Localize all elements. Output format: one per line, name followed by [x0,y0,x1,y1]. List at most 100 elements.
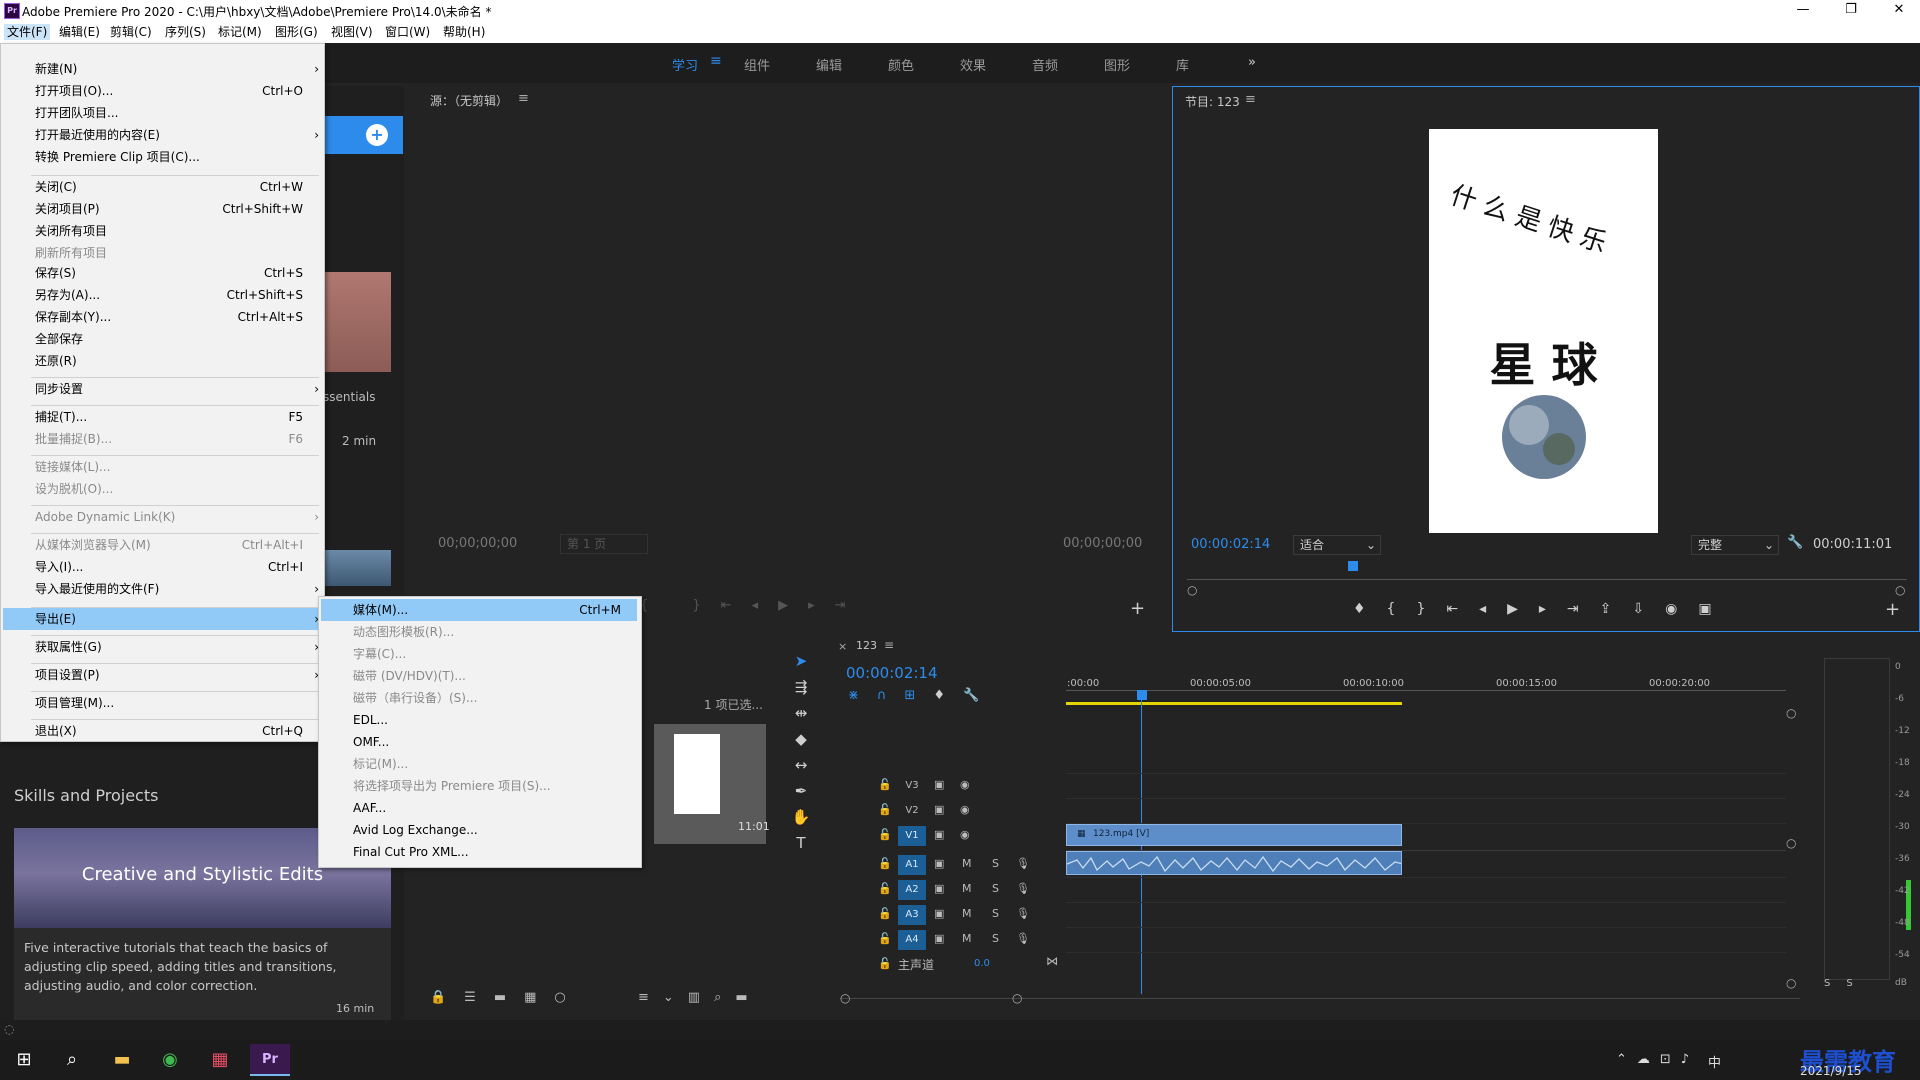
slip-tool-icon[interactable]: ↔ [790,756,812,776]
file-menu-item-open-project[interactable]: 打开项目(O)... Ctrl+O [35,80,315,102]
mute-button[interactable]: M [962,882,972,895]
project-clip-thumbnail[interactable]: 11:01 [654,724,770,844]
tutorial-thumbnail[interactable] [323,272,391,372]
lock-icon[interactable]: 🔓 [878,857,892,870]
timeline-scrollbar[interactable] [840,998,1800,999]
close-button[interactable]: ✕ [1884,2,1914,18]
panel-menu-icon[interactable]: ≡ [1245,92,1256,107]
file-menu-item-close-all[interactable]: 关闭所有项目 [35,220,315,242]
lock-icon[interactable]: 🔓 [878,803,892,816]
vscroll-handle[interactable]: ○ [1786,976,1796,990]
track-select-tool-icon[interactable]: ⇶ [790,678,812,698]
workspace-tab-assembly[interactable]: 组件 [744,55,770,74]
workspace-tab-learn[interactable]: 学习 [672,55,698,74]
vscroll-handle[interactable]: ○ [1786,706,1796,720]
program-transport-controls[interactable]: ♦{}⇤◂▶▸⇥⇪⇩◉▣ [1353,601,1733,617]
solo-button[interactable]: S [992,907,999,920]
track-label-a1[interactable]: A1 [898,855,926,875]
file-menu-item-export[interactable]: 导出(E) › [35,608,319,630]
file-menu-item-close-project[interactable]: 关闭项目(P) Ctrl+Shift+W [35,198,315,220]
mic-icon[interactable]: 🎙 [1016,857,1030,870]
program-playhead[interactable] [1348,561,1358,571]
file-menu-item-revert[interactable]: 还原(R) [35,350,315,372]
panel-menu-icon[interactable]: ≡ [884,638,894,652]
type-tool-icon[interactable]: T [790,834,812,854]
sync-icon[interactable]: ▣ [934,932,944,945]
workspace-tab-libraries[interactable]: 库 [1176,55,1189,74]
menu-sequence[interactable]: 序列(S) [162,24,209,40]
source-add-button[interactable]: + [1130,598,1145,619]
project-bottom-toolbar[interactable]: 🔒☰▬▦○ [430,990,584,1005]
workspace-more-button[interactable]: » [1248,55,1256,70]
track-label-v2[interactable]: V2 [898,801,926,821]
export-menu-item-final-cut-pro-xml[interactable]: Final Cut Pro XML... [353,841,633,863]
app-icon[interactable]: ▦ [200,1044,240,1076]
premiere-taskbar-icon[interactable]: Pr [250,1044,290,1076]
workspace-tab-audio[interactable]: 音频 [1032,55,1058,74]
sync-icon[interactable]: ▣ [934,803,944,816]
file-menu-item-new[interactable]: 新建(N) › [35,58,319,80]
workspace-tab-graphics[interactable]: 图形 [1104,55,1130,74]
file-menu-item-save[interactable]: 保存(S) Ctrl+S [35,262,315,284]
file-menu-item-save-all[interactable]: 全部保存 [35,328,315,350]
solo-left[interactable]: S [1824,978,1846,989]
pen-tool-icon[interactable]: ✒ [790,782,812,802]
file-menu-item-exit[interactable]: 退出(X) Ctrl+Q [35,720,315,742]
system-tray-icons[interactable]: ⌃☁⊡♪ [1616,1052,1699,1067]
plus-icon[interactable]: + [366,124,388,146]
file-menu-item-open-team-project[interactable]: 打开团队项目... [35,102,315,124]
solo-button[interactable]: S [992,932,999,945]
menu-clip[interactable]: 剪辑(C) [107,24,155,40]
audio-clip[interactable] [1066,851,1402,875]
solo-buttons[interactable]: SS [1824,978,1869,989]
maximize-button[interactable]: ❐ [1836,2,1866,18]
lock-icon[interactable]: 🔓 [878,957,892,970]
file-menu-item-capture[interactable]: 捕捉(T)... F5 [35,406,315,428]
ripple-edit-tool-icon[interactable]: ⇹ [790,704,812,724]
program-add-button[interactable]: + [1885,599,1900,620]
file-menu-item-close[interactable]: 关闭(C) Ctrl+W [35,176,315,198]
menu-view[interactable]: 视图(V) [328,24,376,40]
video-clip[interactable]: ▦ 123.mp4 [V] [1066,824,1402,846]
project-bottom-tools[interactable]: ≡⌄▥⌕▬ [638,990,762,1005]
export-menu-item-omf[interactable]: OMF... [353,731,633,753]
file-menu-item-save-as[interactable]: 另存为(A)... Ctrl+Shift+S [35,284,315,306]
menu-edit[interactable]: 编辑(E) [56,24,103,40]
search-icon[interactable]: ⌕ [52,1044,92,1076]
close-icon[interactable]: × [838,640,847,653]
track-label-v3[interactable]: V3 [898,776,926,796]
hand-tool-icon[interactable]: ✋ [790,808,812,828]
page-select[interactable]: 第 1 页 [560,534,648,554]
sync-icon[interactable]: ▣ [934,778,944,791]
timeline-timecode[interactable]: 00:00:02:14 [846,664,938,682]
wrench-icon[interactable]: 🔧 [1787,535,1803,550]
zoom-handle-right[interactable]: ○ [1895,583,1905,597]
eye-icon[interactable]: ◉ [960,778,970,791]
program-time-ruler[interactable] [1187,561,1907,573]
export-menu-item-media[interactable]: 媒体(M)... Ctrl+M [353,599,633,621]
mic-icon[interactable]: 🎙 [1016,907,1030,920]
master-volume[interactable]: 0.0 [974,958,990,969]
work-area-bar[interactable] [1066,702,1402,705]
eye-icon[interactable]: ◉ [960,828,970,841]
solo-button[interactable]: S [992,857,999,870]
mute-button[interactable]: M [962,932,972,945]
sync-icon[interactable]: ▣ [934,828,944,841]
menu-file[interactable]: 文件(F) [4,24,51,40]
sync-icon[interactable]: ▣ [934,907,944,920]
minimize-button[interactable]: — [1788,2,1818,18]
scroll-handle-left[interactable]: ○ [840,991,850,1005]
windows-start-icon[interactable]: ⊞ [4,1044,44,1076]
tutorial-thumbnail-2[interactable] [323,550,391,586]
fit-select[interactable]: 适合 ⌄ [1293,535,1381,555]
zoom-handle-left[interactable]: ○ [1187,583,1197,597]
file-menu-item-get-properties[interactable]: 获取属性(G) › [35,636,319,658]
export-menu-item-edl[interactable]: EDL... [353,709,633,731]
sync-icon[interactable]: ▣ [934,857,944,870]
lock-icon[interactable]: 🔓 [878,907,892,920]
timeline-tab[interactable]: 123 [856,639,877,652]
export-menu-item-aaf[interactable]: AAF... [353,797,633,819]
selection-tool-icon[interactable]: ➤ [790,652,812,672]
workspace-menu-icon[interactable]: ≡ [710,53,722,69]
lock-icon[interactable]: 🔓 [878,828,892,841]
